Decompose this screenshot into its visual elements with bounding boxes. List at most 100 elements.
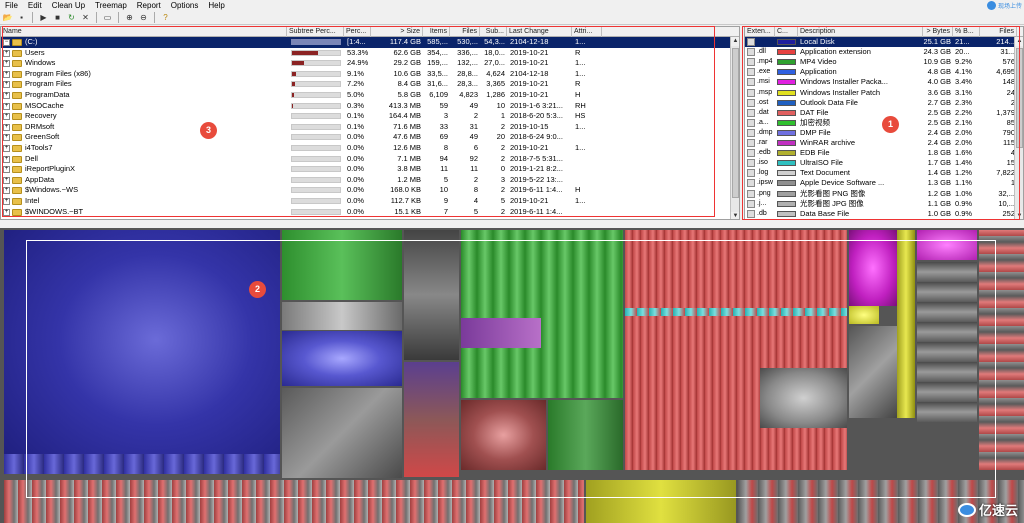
directory-row[interactable]: + AppData 0.0% 1.2 MB 5 2 3 2019-5-22 13:... — [1, 175, 731, 186]
extension-row[interactable]: .mp4 MP4 Video 10.9 GB 9.2% 576 — [745, 57, 1017, 67]
expand-toggle-icon[interactable]: + — [3, 81, 10, 89]
expand-toggle-icon[interactable]: + — [3, 60, 10, 68]
menu-report[interactable]: Report — [132, 0, 166, 11]
expand-toggle-icon[interactable]: + — [3, 155, 10, 163]
expand-toggle-icon[interactable]: + — [3, 92, 10, 99]
col-percent-bytes[interactable]: % B... — [953, 27, 980, 37]
menu-help[interactable]: Help — [203, 0, 229, 11]
extension-row[interactable]: .png 光影看图 PNG 图像 1.2 GB 1.0% 32,... — [745, 189, 1017, 199]
directory-row[interactable]: + Users 53.3% 62.6 GB 354,... 336,... 18,0... 2… — [1, 48, 731, 59]
col-subdirs[interactable]: Sub... — [480, 27, 507, 37]
folder-icon[interactable]: ▭ — [102, 12, 113, 23]
delete-icon[interactable]: ✕ — [80, 12, 91, 23]
menu-clean-up[interactable]: Clean Up — [47, 0, 90, 11]
dir-attributes: HS — [575, 111, 586, 121]
extension-row[interactable]: .a... 加密视频 2.5 GB 2.1% 85 — [745, 118, 1017, 128]
upload-widget[interactable]: 现场上传 — [914, 0, 1024, 11]
expand-toggle-icon[interactable]: + — [3, 123, 10, 131]
expand-toggle-icon[interactable]: + — [3, 134, 10, 142]
dir-subdirs: 2 — [500, 206, 505, 216]
extension-row[interactable]: .exe Application 4.8 GB 4.1% 4,695 — [745, 67, 1017, 77]
extension-row[interactable]: .dat DAT File 2.5 GB 2.2% 1,379 — [745, 108, 1017, 118]
dir-last-change: 2019-1-21 8:2... — [510, 164, 563, 174]
directory-row[interactable]: − (C:) [1:4... 117.4 GB 585,... 530,... 54,3..… — [1, 37, 731, 48]
directory-row[interactable]: + $WINDOWS.~BT 0.0% 15.1 KB 7 5 2 2019-6-11 1:4… — [1, 207, 731, 218]
col-attributes[interactable]: Attri... — [572, 27, 602, 37]
scroll-up-icon[interactable]: ▲ — [731, 37, 739, 46]
expand-toggle-icon[interactable]: + — [3, 176, 10, 184]
vertical-scrollbar[interactable]: ▲ ▼ — [730, 37, 739, 219]
vertical-scrollbar[interactable]: ▲ ▼ — [1014, 37, 1023, 219]
col-name[interactable]: Name — [1, 27, 287, 37]
directory-row[interactable]: + Windows 24.9% 29.2 GB 159,... 132,... 27,0..… — [1, 58, 731, 69]
directory-row[interactable]: + GreenSoft 0.0% 47.6 MB 69 49 20 2018-6-24 9:0… — [1, 132, 731, 143]
stop-icon[interactable]: ■ — [52, 12, 63, 23]
extension-row[interactable]: .db Data Base File 1.0 GB 0.9% 252 — [745, 209, 1017, 219]
expand-toggle-icon[interactable]: + — [3, 113, 10, 121]
extension-row[interactable]: .ost Outlook Data File 2.7 GB 2.3% 2 — [745, 98, 1017, 108]
col-subtree[interactable]: Subtree Perc... — [287, 27, 344, 37]
col-size[interactable]: > Size — [371, 27, 423, 37]
extension-row[interactable]: .msp Windows Installer Patch 3.6 GB 3.1% 24 — [745, 88, 1017, 98]
extension-row[interactable]: .msi Windows Installer Packa... 4.0 GB 3.4%… — [745, 77, 1017, 87]
directory-row[interactable]: + iReportPluginX 0.0% 3.8 MB 11 11 0 2019-1-21 … — [1, 164, 731, 175]
col-files[interactable]: Files — [980, 27, 1017, 37]
directory-row[interactable]: + i4Tools7 0.0% 12.6 MB 8 6 2 2019-10-21 1... — [1, 143, 731, 154]
directory-row[interactable]: + $Windows.~WS 0.0% 168.0 KB 10 8 2 2019-6-11 1… — [1, 185, 731, 196]
extension-row[interactable]: .dll Application extension 24.3 GB 20... 31.… — [745, 47, 1017, 57]
menu-edit[interactable]: Edit — [23, 0, 47, 11]
col-perc[interactable]: Perc... — [344, 27, 371, 37]
expand-toggle-icon[interactable]: + — [3, 166, 10, 174]
extension-row[interactable]: Local Disk 25.1 GB 21... 214... — [745, 37, 1017, 48]
directory-row[interactable]: + DRMsoft 0.1% 71.6 MB 33 31 2 2019-10-15 1... — [1, 122, 731, 133]
ext-percent: 2.3% — [955, 97, 973, 107]
col-items[interactable]: Items — [423, 27, 450, 37]
menu-file[interactable]: File — [0, 0, 23, 11]
scroll-down-icon[interactable]: ▼ — [1015, 212, 1023, 219]
extension-row[interactable]: .ipsw Apple Device Software ... 1.3 GB 1.1%… — [745, 178, 1017, 188]
extension-row[interactable]: .iso UltraISO File 1.7 GB 1.4% 15 — [745, 158, 1017, 168]
col-extension[interactable]: Exten... — [745, 27, 775, 37]
treemap-view[interactable]: 2 亿速云 — [0, 228, 1024, 523]
directory-row[interactable]: + Recovery 0.1% 164.4 MB 3 2 1 2018-6-20 5:3...… — [1, 111, 731, 122]
expand-toggle-icon[interactable]: + — [3, 187, 10, 195]
menu-treemap[interactable]: Treemap — [90, 0, 132, 11]
col-last-change[interactable]: Last Change — [507, 27, 572, 37]
directory-row[interactable]: + Program Files (x86) 9.1% 10.6 GB 33,5... 28… — [1, 69, 731, 80]
scroll-thumb[interactable] — [1016, 48, 1023, 148]
expand-toggle-icon[interactable]: − — [3, 39, 10, 46]
zoom-out-icon[interactable]: ⊖ — [138, 12, 149, 23]
col-color[interactable]: C... — [775, 27, 798, 37]
save-icon[interactable]: ▪ — [16, 12, 27, 23]
refresh-icon[interactable]: ↻ — [66, 12, 77, 23]
directory-row[interactable]: + Intel 0.0% 112.7 KB 9 4 5 2019-10-21 1... — [1, 196, 731, 207]
directory-row[interactable]: + Dell 0.0% 7.1 MB 94 92 2 2018-7-5 5:31... — [1, 154, 731, 165]
expand-toggle-icon[interactable]: + — [3, 49, 10, 57]
expand-toggle-icon[interactable]: + — [3, 70, 10, 78]
scroll-down-icon[interactable]: ▼ — [731, 212, 739, 219]
expand-toggle-icon[interactable]: + — [3, 145, 10, 152]
expand-toggle-icon[interactable]: + — [3, 102, 10, 110]
col-bytes[interactable]: > Bytes — [923, 27, 953, 37]
extension-row[interactable]: .log Text Document 1.4 GB 1.2% 7,822 — [745, 168, 1017, 178]
ext-files: 790 — [1002, 127, 1015, 137]
help-icon[interactable]: ? — [160, 12, 171, 23]
open-icon[interactable]: 📂 — [2, 12, 13, 23]
extension-row[interactable]: .j... 光影看图 JPG 图像 1.1 GB 0.9% 10,... — [745, 199, 1017, 209]
dir-files: 28,8... — [457, 68, 478, 78]
directory-row[interactable]: + MSOCache 0.3% 413.3 MB 59 49 10 2019-1-6 3:21… — [1, 101, 731, 112]
directory-row[interactable]: + Program Files 7.2% 8.4 GB 31,6... 28,3... 3,… — [1, 79, 731, 90]
expand-toggle-icon[interactable]: + — [3, 208, 10, 216]
play-icon[interactable]: ▶ — [38, 12, 49, 23]
extension-row[interactable]: .edb EDB File 1.8 GB 1.6% 4 — [745, 148, 1017, 158]
expand-toggle-icon[interactable]: + — [3, 198, 10, 205]
extension-row[interactable]: .rar WinRAR archive 2.4 GB 2.0% 115 — [745, 138, 1017, 148]
directory-row[interactable]: + ProgramData 5.0% 5.8 GB 6,109 4,823 1,286 201… — [1, 90, 731, 101]
col-files[interactable]: Files — [450, 27, 480, 37]
col-description[interactable]: Description — [798, 27, 923, 37]
extension-row[interactable]: .dmp DMP File 2.4 GB 2.0% 790 — [745, 128, 1017, 138]
zoom-in-icon[interactable]: ⊕ — [124, 12, 135, 23]
menu-options[interactable]: Options — [166, 0, 204, 11]
scroll-up-icon[interactable]: ▲ — [1015, 37, 1023, 46]
scroll-thumb[interactable] — [732, 48, 739, 198]
